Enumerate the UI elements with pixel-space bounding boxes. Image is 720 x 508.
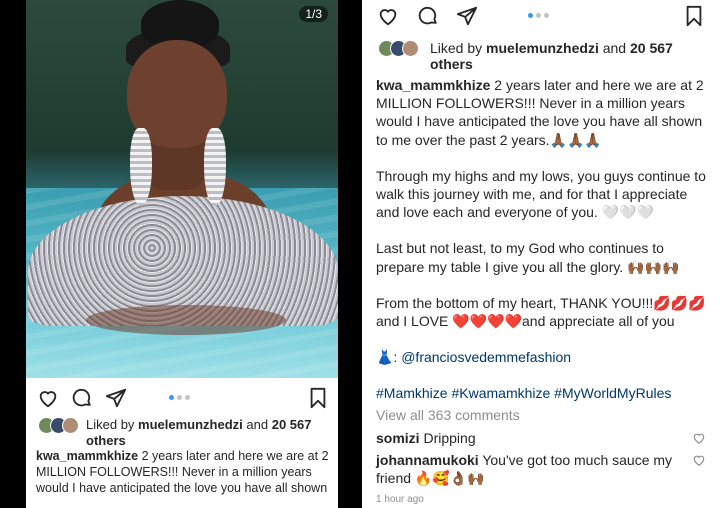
- share-icon[interactable]: [104, 386, 128, 410]
- caption-paragraph-2: Through my highs and my lows, you guys c…: [376, 167, 706, 221]
- earring-right: [204, 128, 226, 206]
- heart-icon[interactable]: [376, 4, 400, 28]
- dress-credit-label: 👗:: [376, 349, 402, 366]
- liker-avatars: [378, 40, 420, 58]
- comment-icon[interactable]: [70, 386, 94, 410]
- likes-count: 20 567: [629, 40, 673, 56]
- liker-username[interactable]: muelemunzhedzi: [486, 40, 599, 56]
- post-caption: kwa_mammkhize 2 years later and here we …: [36, 448, 332, 496]
- liker-username[interactable]: muelemunzhedzi: [138, 417, 243, 432]
- likes-summary[interactable]: Liked by muelemunzhedzi and 20 567 other…: [38, 417, 328, 449]
- likes-mid: and: [598, 40, 630, 56]
- comment-like-heart-icon[interactable]: [692, 431, 706, 445]
- comment-username[interactable]: somizi: [376, 430, 420, 446]
- comment-icon[interactable]: [416, 4, 440, 28]
- action-bar: [26, 386, 338, 414]
- heart-icon[interactable]: [36, 386, 60, 410]
- bookmark-icon[interactable]: [682, 4, 706, 28]
- likes-mid: and: [242, 417, 272, 432]
- action-bar: [362, 4, 720, 32]
- likes-others[interactable]: others: [38, 433, 328, 449]
- carousel-counter: 1/3: [299, 6, 328, 22]
- post-right: Liked by muelemunzhedzi and 20 567 other…: [362, 0, 720, 508]
- likes-summary[interactable]: Liked by muelemunzhedzi and 20 567 other…: [378, 40, 708, 72]
- hashtags[interactable]: #Mamkhize #Kwamamkhize #MyWorldMyRules: [376, 384, 710, 402]
- caption-username[interactable]: kwa_mammkhize: [376, 77, 490, 93]
- share-icon[interactable]: [455, 4, 479, 28]
- likes-prefix: Liked by: [86, 417, 139, 432]
- comment-item: somizi Dripping: [376, 429, 686, 447]
- carousel-dots: [528, 13, 549, 18]
- liker-avatars: [38, 417, 80, 435]
- likes-count: 20 567: [271, 417, 312, 432]
- likes-others[interactable]: others: [378, 56, 708, 72]
- comment-text: Dripping: [419, 430, 476, 446]
- post-timestamp: 1 hour ago: [376, 494, 424, 505]
- comment-like-heart-icon[interactable]: [692, 453, 706, 467]
- earring-left: [130, 128, 152, 206]
- comment-username[interactable]: johannamukoki: [376, 452, 479, 468]
- designer-mention-link[interactable]: @franciosvedemmefashion: [401, 349, 571, 365]
- post-left: 1/3 Liked by muelemunzhedzi and 20 567 o…: [26, 0, 338, 508]
- view-all-comments-link[interactable]: View all 363 comments: [376, 407, 520, 423]
- caption-paragraph-4: From the bottom of my heart, THANK YOU!!…: [376, 294, 706, 330]
- post-caption: kwa_mammkhize 2 years later and here we …: [376, 76, 710, 403]
- post-photo[interactable]: 1/3: [26, 0, 338, 378]
- carousel-dots: [169, 395, 190, 400]
- photo-figure-hands: [86, 305, 286, 335]
- likes-prefix: Liked by: [430, 40, 487, 56]
- bookmark-icon[interactable]: [306, 386, 330, 410]
- caption-paragraph-3: Last but not least, to my God who contin…: [376, 240, 680, 275]
- caption-username[interactable]: kwa_mammkhize: [36, 449, 138, 463]
- comment-item: johannamukoki You've got too much sauce …: [376, 451, 686, 487]
